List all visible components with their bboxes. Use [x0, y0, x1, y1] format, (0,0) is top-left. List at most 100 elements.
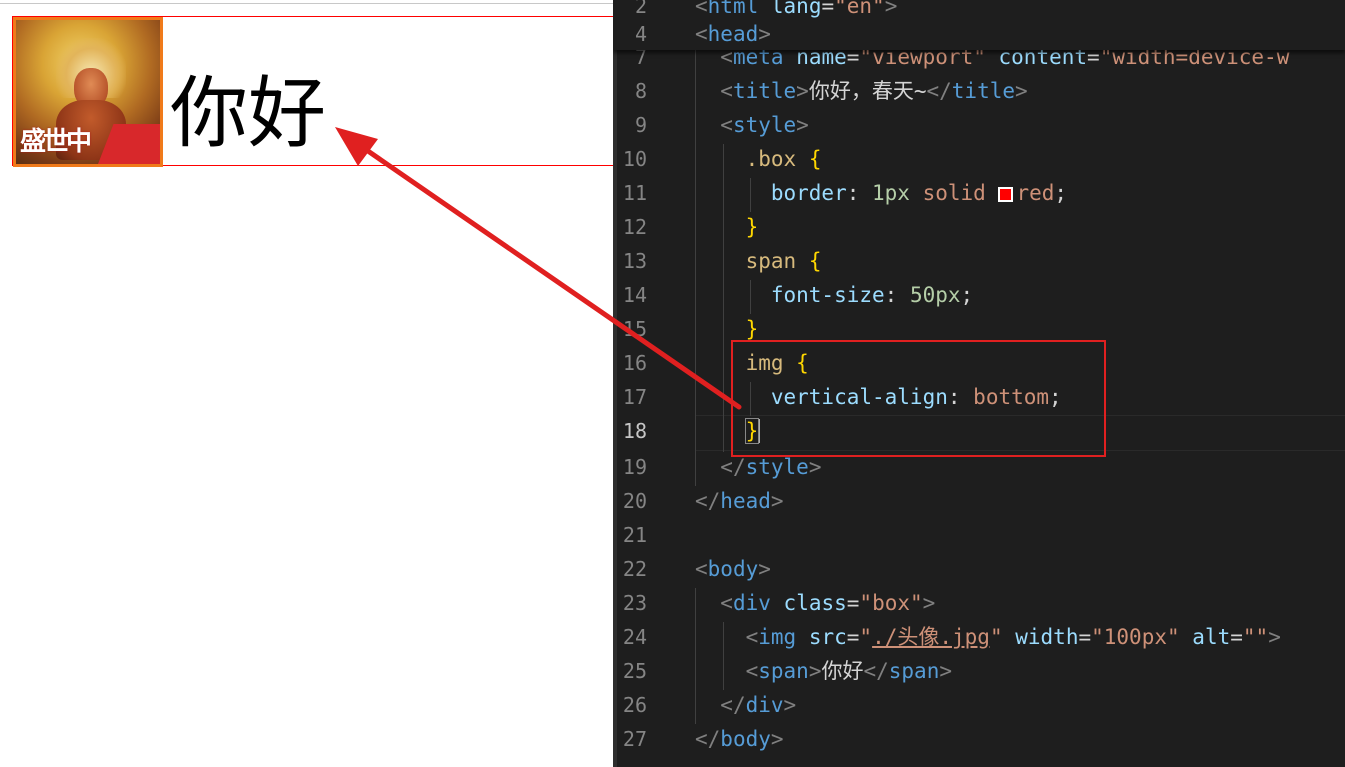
line-code[interactable]: <head>: [695, 17, 771, 51]
code-token: <: [695, 557, 708, 581]
code-token: div: [745, 693, 784, 717]
sticky-scroll-header[interactable]: 2 <html lang="en"> 4 <head>: [613, 0, 1345, 50]
code-line[interactable]: 27 </body>: [613, 722, 1345, 756]
code-token: red: [1016, 181, 1055, 205]
line-code[interactable]: <div class="box">: [695, 586, 935, 620]
code-token: head: [707, 22, 759, 46]
code-token: div: [732, 591, 771, 615]
code-token: lang: [770, 0, 822, 18]
code-token: }: [745, 215, 759, 239]
code-token: >: [939, 659, 952, 683]
line-number: 24: [622, 625, 647, 649]
code-token: >: [783, 693, 797, 717]
line-number: 20: [622, 489, 647, 513]
code-token: >: [1015, 79, 1028, 103]
code-token: =: [1230, 625, 1243, 649]
code-token: </: [695, 727, 721, 751]
line-code[interactable]: <style>: [695, 108, 809, 142]
code-token: "100px": [1091, 625, 1180, 649]
code-token: >: [770, 727, 784, 751]
code-token: =: [846, 591, 860, 615]
code-line[interactable]: 4 <head>: [613, 17, 1345, 51]
line-code[interactable]: span {: [695, 244, 822, 278]
code-token: ": [989, 625, 1003, 649]
code-token: ./头像.jpg: [872, 625, 990, 649]
code-token: </: [720, 455, 746, 479]
code-token: }: [745, 317, 759, 341]
line-code[interactable]: .box {: [695, 142, 822, 176]
indent-guide-box-rule: [750, 178, 751, 212]
line-number: 19: [622, 455, 647, 479]
indent-guide-style: [723, 144, 724, 452]
indent-guide-div: [723, 622, 724, 690]
indent-guide-body: [695, 588, 696, 724]
code-token: border: [770, 181, 847, 205]
code-line[interactable]: 9 <style>: [613, 108, 1345, 142]
code-line[interactable]: 22 <body>: [613, 552, 1345, 586]
line-number: 11: [622, 181, 647, 205]
code-token: head: [720, 489, 771, 513]
line-code[interactable]: <title>你好，春天~</title>: [695, 74, 1028, 108]
line-number: 10: [622, 147, 647, 171]
line-code[interactable]: </head>: [695, 484, 784, 518]
code-token: style: [732, 113, 797, 137]
code-token: 你好: [821, 659, 864, 683]
code-token: 你好，春天~: [808, 79, 927, 103]
avatar-logo-text: 盛世中国: [20, 127, 92, 157]
code-token: <: [695, 0, 708, 18]
code-token: 1px: [872, 181, 910, 205]
code-token: span: [758, 659, 809, 683]
code-line[interactable]: 26 </div>: [613, 688, 1345, 722]
code-token: </: [926, 79, 952, 103]
line-number: 17: [622, 385, 647, 409]
code-token: >: [808, 455, 822, 479]
line-code[interactable]: </body>: [695, 722, 784, 756]
code-token: ": [859, 625, 873, 649]
line-code[interactable]: <body>: [695, 552, 771, 586]
code-line[interactable]: 21: [613, 518, 1345, 552]
code-token: alt: [1192, 625, 1231, 649]
line-number: 21: [622, 523, 647, 547]
code-token: >: [758, 22, 771, 46]
color-swatch-icon[interactable]: [998, 187, 1014, 202]
code-token: <: [745, 625, 759, 649]
code-line[interactable]: 23 <div class="box">: [613, 586, 1345, 620]
code-token: {: [808, 147, 822, 171]
code-token: width: [1015, 625, 1079, 649]
code-token: span: [888, 659, 940, 683]
code-token: ;: [960, 283, 974, 307]
code-token: body: [707, 557, 759, 581]
code-token: <: [745, 659, 759, 683]
line-code[interactable]: <img src="./头像.jpg" width="100px" alt=""…: [695, 620, 1281, 654]
line-number: 18: [622, 419, 647, 443]
code-line[interactable]: 8 <title>你好，春天~</title>: [613, 74, 1345, 108]
code-token: :: [846, 181, 873, 205]
code-token: src: [808, 625, 847, 649]
line-code[interactable]: <span>你好</span>: [695, 654, 952, 688]
code-token: >: [808, 659, 822, 683]
code-token: >: [922, 591, 936, 615]
line-number: 12: [622, 215, 647, 239]
line-code[interactable]: }: [695, 210, 759, 244]
avatar-image: 盛世中国: [13, 17, 163, 167]
line-code[interactable]: </div>: [695, 688, 796, 722]
indent-guide-span-rule: [750, 280, 751, 314]
line-number: 26: [622, 693, 647, 717]
code-token: .box: [745, 147, 797, 171]
code-token: <: [720, 113, 733, 137]
line-number: 22: [622, 557, 647, 581]
code-token: >: [758, 557, 771, 581]
code-line[interactable]: 20 </head>: [613, 484, 1345, 518]
line-code[interactable]: font-size: 50px;: [695, 278, 973, 312]
